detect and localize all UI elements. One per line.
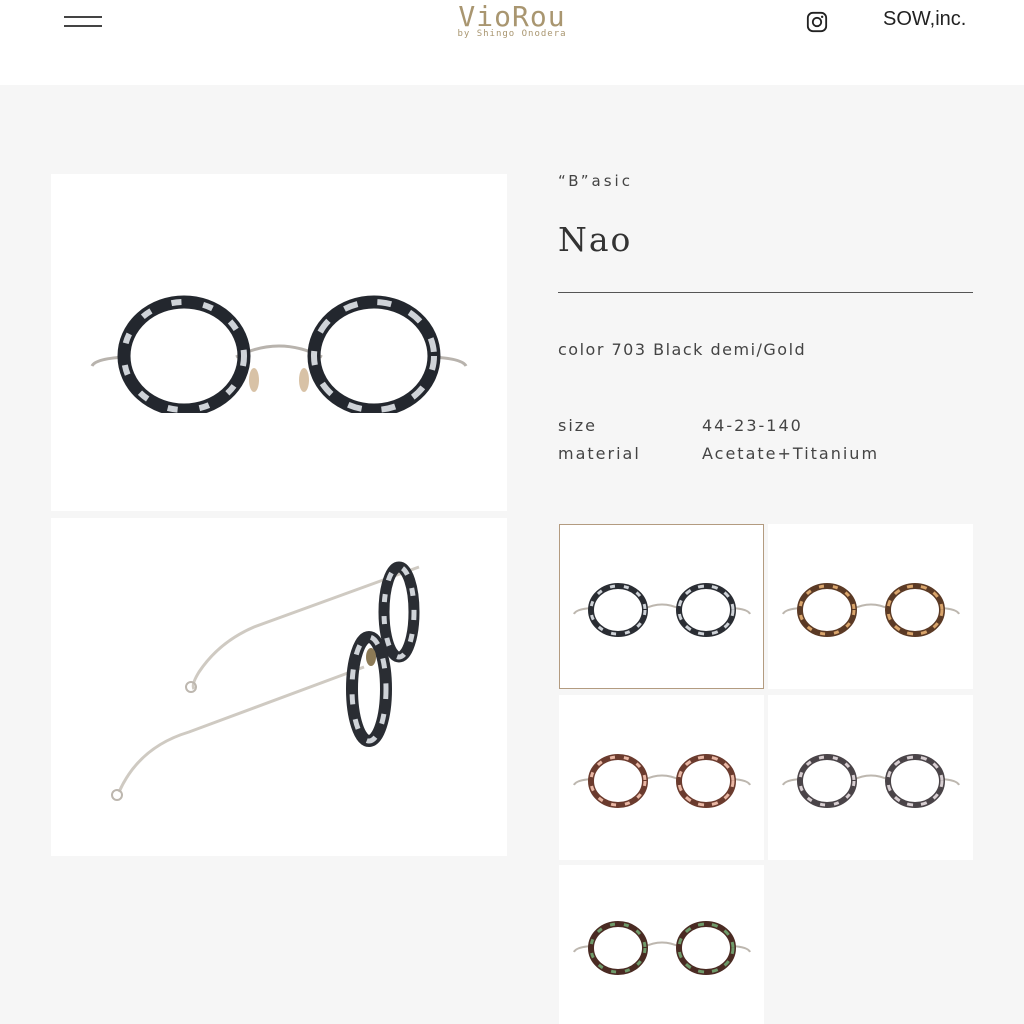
glasses-thumb-illustration	[572, 582, 751, 637]
color-variant-thumb[interactable]	[768, 695, 973, 860]
product-name: Nao	[558, 220, 633, 259]
color-variant-thumb[interactable]	[559, 524, 764, 689]
spec-label: size	[558, 416, 598, 435]
site-header: VioRou by Shingo Onodera SOW,inc.	[0, 0, 1024, 85]
product-series: “B”asic	[558, 172, 633, 190]
color-variant-thumb[interactable]	[559, 865, 764, 1024]
color-variant-thumb[interactable]	[768, 524, 973, 689]
logo-sub-text: by Shingo Onodera	[457, 29, 567, 39]
product-image-front[interactable]	[51, 174, 507, 511]
glasses-thumb-illustration	[781, 582, 960, 637]
glasses-thumb-illustration	[781, 753, 960, 808]
brand-logo[interactable]: VioRou by Shingo Onodera	[430, 0, 594, 39]
menu-icon[interactable]	[64, 14, 104, 30]
instagram-icon[interactable]	[806, 11, 828, 33]
spec-row-material: material Acetate+Titanium	[558, 444, 879, 463]
title-divider	[558, 292, 973, 293]
spec-value: 44-23-140	[702, 416, 803, 435]
glasses-side-illustration	[111, 561, 420, 801]
glasses-front-illustration	[90, 295, 468, 413]
color-variant-thumb[interactable]	[559, 695, 764, 860]
spec-label: material	[558, 444, 641, 463]
glasses-thumb-illustration	[572, 753, 751, 808]
glasses-thumb-illustration	[572, 920, 751, 975]
product-color: color 703 Black demi/Gold	[558, 340, 807, 359]
product-image-side[interactable]	[51, 518, 507, 856]
spec-row-size: size 44-23-140	[558, 416, 803, 435]
company-link[interactable]: SOW,inc.	[883, 8, 966, 31]
spec-value: Acetate+Titanium	[702, 444, 880, 463]
